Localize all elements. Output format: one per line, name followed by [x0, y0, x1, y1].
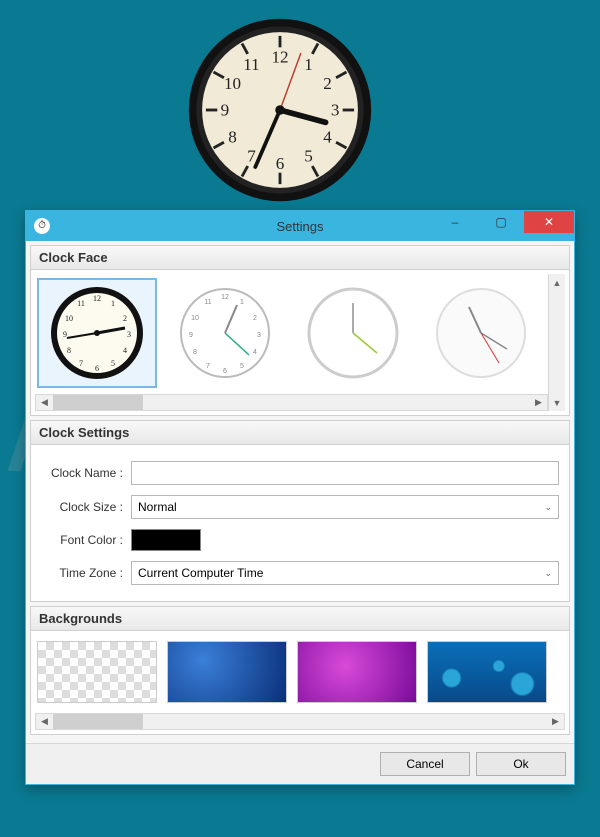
svg-text:12: 12: [271, 48, 288, 67]
clock-face-option-simple-red[interactable]: [421, 278, 541, 388]
svg-text:10: 10: [191, 315, 199, 322]
scroll-right-button[interactable]: ▶: [547, 714, 564, 729]
scroll-down-button[interactable]: ▼: [549, 394, 565, 411]
svg-text:2: 2: [323, 74, 332, 93]
svg-text:9: 9: [189, 332, 193, 339]
svg-text:5: 5: [111, 359, 115, 368]
svg-text:6: 6: [95, 364, 99, 373]
scroll-track[interactable]: [53, 395, 530, 410]
clock-name-label: Clock Name :: [41, 466, 131, 480]
clock-face-vscrollbar[interactable]: ▲ ▼: [548, 274, 565, 411]
svg-text:5: 5: [240, 363, 244, 370]
clock-face-option-minimal-lime[interactable]: [293, 278, 413, 388]
scroll-right-button[interactable]: ▶: [530, 395, 547, 410]
svg-text:1: 1: [304, 55, 313, 74]
background-option-blue-bubbles[interactable]: [427, 641, 547, 703]
svg-text:10: 10: [224, 74, 241, 93]
font-color-picker[interactable]: [131, 529, 201, 551]
svg-text:3: 3: [331, 101, 340, 120]
settings-dialog: ⏱ Settings – ▢ ✕ Clock Face 12369: [25, 210, 575, 785]
scroll-track[interactable]: [53, 714, 547, 729]
svg-text:5: 5: [304, 146, 313, 165]
svg-text:1: 1: [240, 299, 244, 306]
svg-text:11: 11: [77, 299, 85, 308]
scroll-left-button[interactable]: ◀: [36, 395, 53, 410]
svg-text:1: 1: [111, 299, 115, 308]
svg-text:11: 11: [204, 299, 211, 306]
time-zone-select[interactable]: Current Computer Time ⌄: [131, 561, 559, 585]
arrow-left-icon: ◀: [41, 716, 48, 727]
background-list: [35, 635, 565, 709]
svg-text:4: 4: [323, 127, 332, 146]
svg-text:6: 6: [276, 154, 285, 173]
clock-face-hscrollbar[interactable]: ◀ ▶: [35, 394, 548, 411]
svg-text:8: 8: [193, 349, 197, 356]
chevron-down-icon: ⌄: [544, 502, 552, 513]
titlebar[interactable]: ⏱ Settings – ▢ ✕: [26, 211, 574, 241]
close-icon: ✕: [544, 215, 554, 229]
background-option-blue-gradient[interactable]: [167, 641, 287, 703]
svg-text:12: 12: [93, 294, 101, 303]
svg-text:9: 9: [63, 330, 67, 339]
clock-face-list: 12369 1245 781011: [35, 274, 548, 390]
background-option-transparent[interactable]: [37, 641, 157, 703]
svg-text:4: 4: [253, 349, 257, 356]
arrow-up-icon: ▲: [553, 278, 562, 288]
arrow-left-icon: ◀: [41, 397, 48, 408]
close-button[interactable]: ✕: [524, 211, 574, 233]
section-header-clock-face: Clock Face: [30, 245, 570, 270]
clock-size-select[interactable]: Normal ⌄: [131, 495, 559, 519]
ok-button[interactable]: Ok: [476, 752, 566, 776]
svg-text:12: 12: [221, 294, 229, 301]
cancel-button[interactable]: Cancel: [380, 752, 470, 776]
maximize-button[interactable]: ▢: [478, 211, 524, 233]
scroll-track-v[interactable]: [549, 291, 565, 394]
clock-face-option-classic-black[interactable]: 12369 1245 781011: [37, 278, 157, 388]
section-header-backgrounds: Backgrounds: [30, 606, 570, 631]
svg-text:3: 3: [127, 330, 131, 339]
svg-text:9: 9: [221, 101, 230, 120]
arrow-right-icon: ▶: [552, 716, 559, 727]
scroll-up-button[interactable]: ▲: [549, 274, 565, 291]
arrow-right-icon: ▶: [535, 397, 542, 408]
svg-text:7: 7: [247, 146, 256, 165]
font-color-label: Font Color :: [41, 533, 131, 547]
time-zone-value: Current Computer Time: [138, 566, 263, 580]
background-hscrollbar[interactable]: ◀ ▶: [35, 713, 565, 730]
clock-size-value: Normal: [138, 500, 177, 514]
svg-text:4: 4: [123, 346, 127, 355]
minimize-button[interactable]: –: [432, 211, 478, 233]
section-header-clock-settings: Clock Settings: [30, 420, 570, 445]
arrow-down-icon: ▼: [553, 398, 562, 408]
clock-size-label: Clock Size :: [41, 500, 131, 514]
svg-text:3: 3: [257, 332, 261, 339]
svg-text:7: 7: [206, 363, 210, 370]
dialog-footer: Cancel Ok: [26, 743, 574, 784]
maximize-icon: ▢: [495, 215, 506, 229]
chevron-down-icon: ⌄: [544, 568, 552, 579]
svg-text:2: 2: [123, 314, 127, 323]
svg-text:10: 10: [65, 314, 73, 323]
clock-face-option-thin-green[interactable]: 12369 1245 781011: [165, 278, 285, 388]
minimize-icon: –: [452, 215, 459, 229]
clock-name-input[interactable]: [131, 461, 559, 485]
time-zone-label: Time Zone :: [41, 566, 131, 580]
scroll-thumb[interactable]: [53, 714, 143, 729]
svg-text:7: 7: [79, 359, 83, 368]
svg-text:8: 8: [67, 346, 71, 355]
svg-text:8: 8: [228, 127, 237, 146]
svg-text:6: 6: [223, 368, 227, 375]
scroll-left-button[interactable]: ◀: [36, 714, 53, 729]
svg-text:11: 11: [243, 55, 259, 74]
desktop-clock-gadget[interactable]: 12 1 2 3 4 5 6 7 8 9 10 11: [185, 15, 375, 205]
scroll-thumb[interactable]: [53, 395, 143, 410]
background-option-magenta-gradient[interactable]: [297, 641, 417, 703]
svg-text:2: 2: [253, 315, 257, 322]
